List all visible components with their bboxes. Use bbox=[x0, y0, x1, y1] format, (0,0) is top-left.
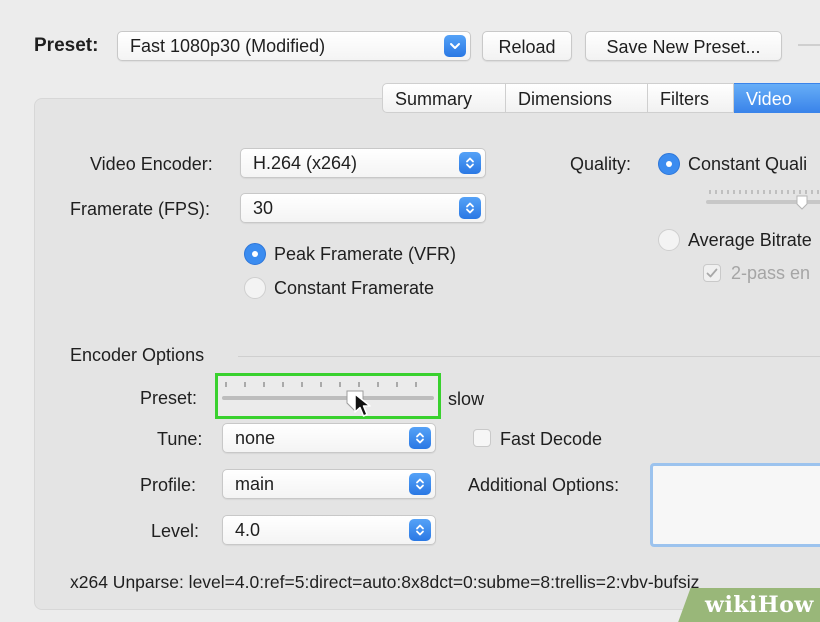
fast-decode-label: Fast Decode bbox=[500, 429, 603, 449]
video-encoder-label: Video Encoder: bbox=[90, 154, 213, 174]
wikihow-watermark-logo: wikiHow bbox=[705, 592, 814, 618]
preset-label: Preset: bbox=[34, 35, 99, 56]
level-label: Level: bbox=[151, 521, 200, 541]
constant-quality-radio[interactable] bbox=[658, 153, 680, 175]
profile-label: Profile: bbox=[140, 475, 197, 495]
fast-decode-checkbox[interactable] bbox=[473, 429, 491, 447]
tab-filters[interactable]: Filters bbox=[648, 83, 734, 113]
constant-framerate-radio[interactable] bbox=[244, 277, 266, 299]
toolbar-separator bbox=[798, 44, 820, 46]
save-new-preset-button[interactable]: Save New Preset... bbox=[585, 31, 782, 61]
reload-button[interactable]: Reload bbox=[482, 31, 572, 61]
constant-quality-label: Constant Quali bbox=[688, 154, 808, 174]
level-dropdown[interactable]: 4.0 bbox=[222, 515, 436, 545]
encoder-preset-value-label: slow bbox=[448, 389, 485, 409]
additional-options-label: Additional Options: bbox=[468, 475, 620, 495]
video-encoder-value: H.264 (x264) bbox=[253, 153, 358, 173]
updown-arrows-icon bbox=[459, 152, 481, 174]
framerate-value: 30 bbox=[253, 198, 274, 218]
wikihow-watermark-wiki: wiki bbox=[705, 592, 758, 618]
profile-dropdown[interactable]: main bbox=[222, 469, 436, 499]
x264-unparse-text: x264 Unparse: level=4.0:ref=5:direct=aut… bbox=[70, 572, 700, 592]
preset-dropdown-value: Fast 1080p30 (Modified) bbox=[130, 36, 326, 56]
tune-label: Tune: bbox=[157, 429, 203, 449]
mouse-pointer-icon bbox=[352, 392, 376, 420]
handbrake-window: Preset: Fast 1080p30 (Modified) Reload S… bbox=[0, 0, 820, 622]
tune-dropdown[interactable]: none bbox=[222, 423, 436, 453]
peak-framerate-radio[interactable] bbox=[244, 243, 266, 265]
updown-arrows-icon bbox=[409, 427, 431, 449]
average-bitrate-label: Average Bitrate bbox=[688, 230, 812, 250]
encoder-options-heading: Encoder Options bbox=[70, 345, 205, 365]
tab-video[interactable]: Video bbox=[734, 83, 820, 113]
updown-arrows-icon bbox=[459, 197, 481, 219]
framerate-label: Framerate (FPS): bbox=[70, 199, 211, 219]
quality-label: Quality: bbox=[570, 154, 632, 174]
settings-tabs: Summary Dimensions Filters Video bbox=[382, 83, 820, 113]
tab-dimensions[interactable]: Dimensions bbox=[506, 83, 648, 113]
encoder-preset-label: Preset: bbox=[140, 388, 198, 408]
constant-framerate-label: Constant Framerate bbox=[274, 278, 435, 298]
toolbar: Preset: Fast 1080p30 (Modified) Reload S… bbox=[0, 0, 820, 92]
profile-value: main bbox=[235, 474, 275, 494]
two-pass-checkbox[interactable] bbox=[703, 264, 721, 282]
video-encoder-dropdown[interactable]: H.264 (x264) bbox=[240, 148, 486, 178]
encoder-preset-slider[interactable] bbox=[215, 373, 441, 419]
two-pass-label: 2-pass en bbox=[731, 263, 811, 283]
preset-dropdown[interactable]: Fast 1080p30 (Modified) bbox=[117, 31, 471, 61]
additional-options-field[interactable] bbox=[650, 463, 820, 547]
tune-value: none bbox=[235, 428, 276, 448]
wikihow-watermark-how: How bbox=[757, 592, 814, 618]
chevron-down-icon bbox=[444, 35, 466, 57]
tab-summary[interactable]: Summary bbox=[382, 83, 506, 113]
encoder-options-divider bbox=[238, 356, 820, 357]
average-bitrate-radio[interactable] bbox=[658, 229, 680, 251]
updown-arrows-icon bbox=[409, 519, 431, 541]
level-value: 4.0 bbox=[235, 520, 261, 540]
updown-arrows-icon bbox=[409, 473, 431, 495]
framerate-dropdown[interactable]: 30 bbox=[240, 193, 486, 223]
quality-slider[interactable] bbox=[706, 188, 820, 214]
peak-framerate-label: Peak Framerate (VFR) bbox=[274, 244, 457, 264]
